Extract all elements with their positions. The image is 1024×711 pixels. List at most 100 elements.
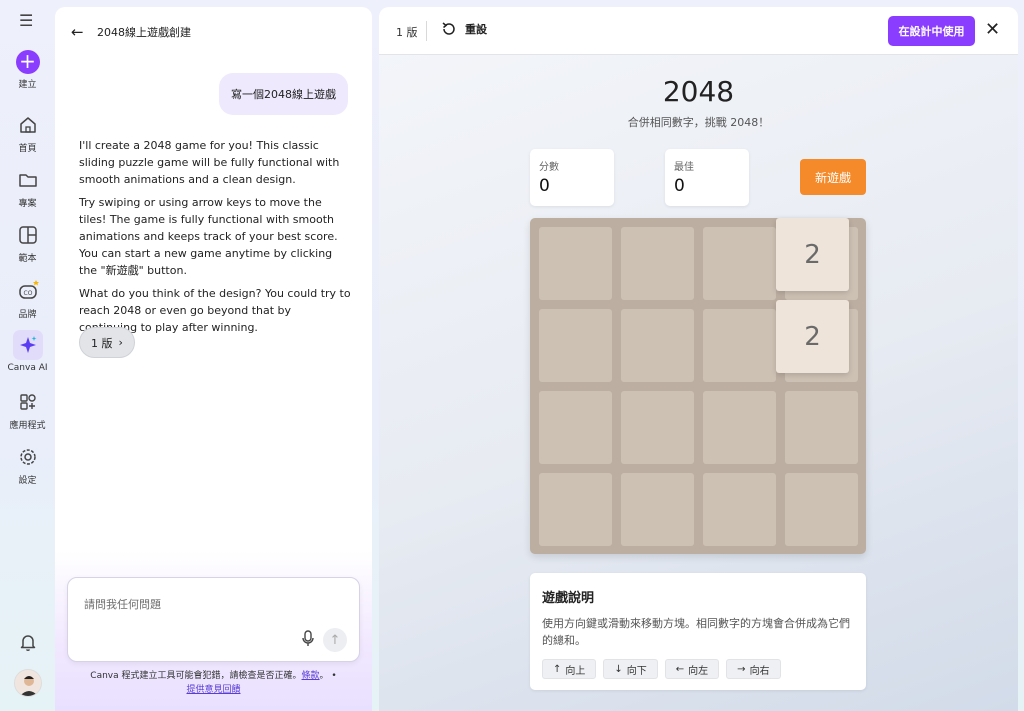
board-cell <box>621 309 694 382</box>
rail-item-create[interactable]: + 建立 <box>0 50 55 90</box>
new-game-button[interactable]: 新遊戲 <box>800 159 866 195</box>
chat-panel: ← 2048線上遊戲創建 寫一個2048線上遊戲 I'll create a 2… <box>55 7 372 711</box>
board-cell <box>703 473 776 546</box>
version-chip-button[interactable]: 1 版 › <box>79 327 135 358</box>
user-message: 寫一個2048線上遊戲 <box>219 73 348 115</box>
arrow-down-icon: ↓ <box>614 663 623 675</box>
chat-header: ← 2048線上遊戲創建 <box>71 23 191 41</box>
plus-icon: + <box>15 50 40 74</box>
rail-item-label: 設定 <box>18 476 37 486</box>
disclaimer-text: Canva 程式建立工具可能會犯錯，請檢查是否正確。 <box>90 671 302 681</box>
rail-item-label: 應用程式 <box>9 421 46 431</box>
key-label: 向下 <box>626 665 647 677</box>
chat-input-placeholder[interactable]: 請問我任何問題 <box>84 596 161 612</box>
board-cell <box>703 227 776 300</box>
board-cell <box>539 391 612 464</box>
board-cell <box>621 473 694 546</box>
key-label: 向右 <box>749 665 770 677</box>
disclaimer: Canva 程式建立工具可能會犯錯，請檢查是否正確。條款。 • 提供意見回饋 <box>55 669 372 697</box>
key-label: 向上 <box>565 665 586 677</box>
arrow-up-icon: ↑ <box>553 663 562 675</box>
rail-item-home[interactable]: 首頁 <box>0 112 55 154</box>
svg-text:CO: CO <box>23 290 32 297</box>
board-cell <box>621 227 694 300</box>
use-in-design-button[interactable]: 在設計中使用 <box>888 16 975 46</box>
folder-icon <box>18 174 37 187</box>
template-icon <box>18 226 37 244</box>
score-value: 0 <box>539 176 550 196</box>
divider <box>426 21 427 41</box>
sparkle-icon <box>12 330 43 360</box>
game-title: 2048 <box>662 75 735 108</box>
game-board[interactable]: 22 <box>530 218 866 554</box>
board-cell <box>539 473 612 546</box>
board-cell <box>785 391 858 464</box>
rail-item-canva-ai[interactable]: Canva AI <box>0 330 55 373</box>
feedback-link[interactable]: 提供意見回饋 <box>186 685 240 695</box>
key-down-button[interactable]: ↓ 向下 <box>603 659 658 679</box>
back-arrow-icon[interactable]: ← <box>71 23 85 41</box>
rail-item-label: 範本 <box>18 254 37 264</box>
best-label: 最佳 <box>674 162 694 173</box>
rail-item-label: Canva AI <box>7 363 48 373</box>
best-score-box: 最佳 0 <box>665 149 749 206</box>
rail-item-brand[interactable]: CO 品牌 <box>0 278 55 320</box>
score-label: 分數 <box>539 162 559 173</box>
board-cell <box>703 391 776 464</box>
rail-item-label: 專案 <box>18 199 37 209</box>
version-label[interactable]: 1 版 <box>396 24 418 40</box>
close-icon[interactable]: ✕ <box>985 19 1000 41</box>
microphone-icon[interactable] <box>301 630 315 648</box>
tile-2: 2 <box>776 218 849 291</box>
key-up-button[interactable]: ↑ 向上 <box>542 659 597 679</box>
board-cell <box>621 391 694 464</box>
board-cell <box>703 309 776 382</box>
refresh-icon <box>442 22 455 35</box>
board-cell <box>785 473 858 546</box>
rail-item-label: 首頁 <box>18 144 37 154</box>
arrow-up-icon: ↑ <box>329 632 341 648</box>
version-chip-label: 1 版 <box>91 336 113 350</box>
best-value: 0 <box>674 176 685 196</box>
rail-item-settings[interactable]: 設定 <box>0 444 55 486</box>
rail-item-templates[interactable]: 範本 <box>0 222 55 264</box>
help-card: 遊戲說明 使用方向鍵或滑動來移動方塊。相同數字的方塊會合併成為它們的總和。 ↑ 向… <box>530 573 866 690</box>
gear-icon <box>19 449 36 465</box>
key-right-button[interactable]: → 向右 <box>726 659 781 679</box>
hamburger-menu-icon[interactable]: ☰ <box>19 13 37 29</box>
board-cell <box>539 309 612 382</box>
tile-2: 2 <box>776 300 849 373</box>
assistant-paragraph: I'll create a 2048 game for you! This cl… <box>79 139 340 186</box>
assistant-message: I'll create a 2048 game for you! This cl… <box>79 137 351 342</box>
left-rail: ☰ + 建立 首頁 專案 範本 CO 品牌 Canva AI 應用程式 設定 <box>0 0 55 711</box>
reset-label: 重設 <box>465 23 487 36</box>
preview-toolbar: 1 版 重設 在設計中使用 ✕ <box>379 7 1018 55</box>
send-button[interactable]: ↑ <box>323 628 347 652</box>
help-text: 使用方向鍵或滑動來移動方塊。相同數字的方塊會合併成為它們的總和。 <box>542 617 850 647</box>
avatar[interactable] <box>14 669 42 697</box>
chat-title: 2048線上遊戲創建 <box>97 26 191 39</box>
score-box: 分數 0 <box>530 149 614 206</box>
game-subtitle: 合併相同數字，挑戰 2048！ <box>627 116 770 129</box>
rail-item-label: 品牌 <box>18 310 37 320</box>
rail-item-projects[interactable]: 專案 <box>0 167 55 209</box>
help-title: 遊戲說明 <box>542 591 595 606</box>
chevron-right-icon: › <box>118 336 123 349</box>
arrow-right-icon: → <box>737 663 746 675</box>
rail-item-apps[interactable]: 應用程式 <box>0 389 55 431</box>
brand-icon: CO <box>18 280 39 299</box>
preview-panel: 1 版 重設 在設計中使用 ✕ 2048 合併相同數字，挑戰 2048！ 分數 … <box>379 7 1018 711</box>
key-label: 向左 <box>688 665 709 677</box>
assistant-paragraph: Try swiping or using arrow keys to move … <box>79 196 338 277</box>
reset-button[interactable]: 重設 <box>441 21 487 37</box>
bell-icon[interactable] <box>17 631 39 653</box>
apps-icon <box>19 394 36 410</box>
home-icon <box>19 117 36 133</box>
chat-input-box[interactable]: 請問我任何問題 ↑ <box>67 577 360 662</box>
rail-item-label: 建立 <box>18 80 37 90</box>
terms-link[interactable]: 條款 <box>302 671 320 681</box>
arrow-left-icon: ← <box>675 663 685 675</box>
disclaimer-separator: 。 • <box>319 671 337 681</box>
key-left-button[interactable]: ← 向左 <box>664 659 720 679</box>
key-hints: ↑ 向上 ↓ 向下 ← 向左 → 向右 <box>542 659 854 679</box>
